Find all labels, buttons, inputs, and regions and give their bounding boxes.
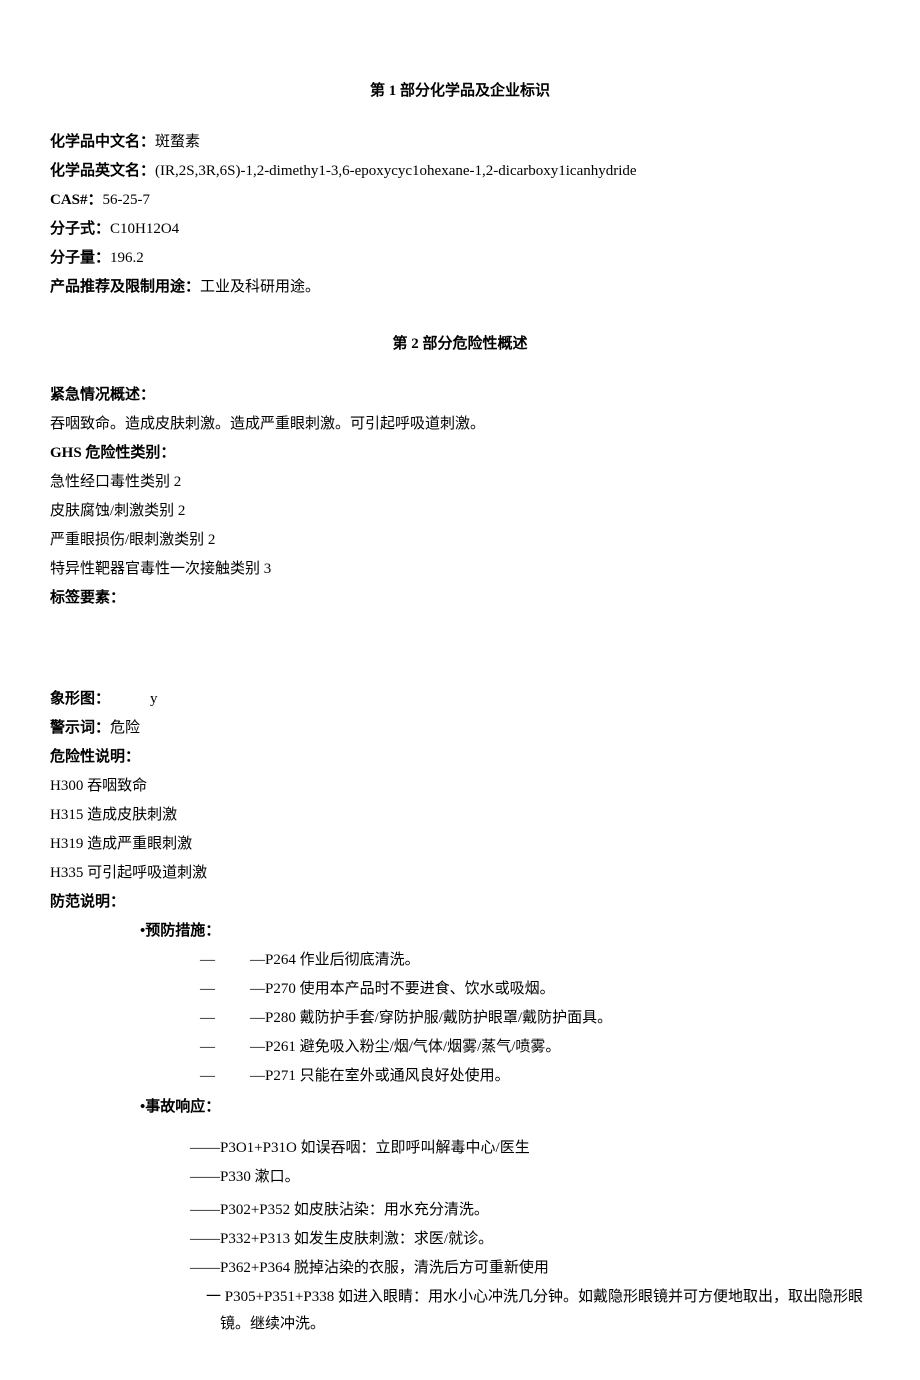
- dash-icon: —: [200, 1005, 250, 1032]
- response-item: ——P332+P313 如发生皮肤刺激：求医/就诊。: [190, 1226, 870, 1253]
- prevention-item: — —P280 戴防护手套/穿防护服/戴防护眼罩/戴防护面具。: [50, 1005, 870, 1032]
- ghs-item: 严重眼损伤/眼刺激类别 2: [50, 527, 870, 554]
- label-elements: 标签要素：: [50, 585, 870, 612]
- response-item: ——P3O1+P31O 如误吞咽：立即呼叫解毒中心/医生: [190, 1135, 870, 1162]
- label-mw: 分子量：: [50, 250, 110, 266]
- ghs-item: 皮肤腐蚀/刺激类别 2: [50, 498, 870, 525]
- hazard-label: 危险性说明：: [50, 744, 870, 771]
- prevention-label: •预防措施：: [50, 918, 870, 945]
- label-pictogram: 象形图：: [50, 686, 150, 713]
- value-formula: C10H12O4: [110, 221, 179, 237]
- hazard-item: H315 造成皮肤刺激: [50, 802, 870, 829]
- section-2-heading: 第 2 部分危险性概述: [50, 331, 870, 358]
- response-item: ——P302+P352 如皮肤沾染：用水充分清洗。: [190, 1197, 870, 1224]
- hazard-item: H319 造成严重眼刺激: [50, 831, 870, 858]
- response-item: ——P362+P364 脱掉沾染的衣服，清洗后方可重新使用: [190, 1255, 870, 1282]
- ghs-label: GHS 危险性类别：: [50, 440, 870, 467]
- field-en-name: 化学品英文名：(IR,2S,3R,6S)-1,2-dimethy1-3,6-ep…: [50, 158, 870, 185]
- response-item: 一 P305+P351+P338 如进入眼睛：用水小心冲洗几分钟。如戴隐形眼镜并…: [190, 1284, 870, 1338]
- field-use: 产品推荐及限制用途：工业及科研用途。: [50, 274, 870, 301]
- ghs-item: 急性经口毒性类别 2: [50, 469, 870, 496]
- value-mw: 196.2: [110, 250, 144, 266]
- value-cas: 56-25-7: [103, 192, 151, 208]
- ghs-item: 特异性靶器官毒性一次接触类别 3: [50, 556, 870, 583]
- dash-icon: —: [200, 976, 250, 1003]
- prevention-item: — —P271 只能在室外或通风良好处使用。: [50, 1063, 870, 1090]
- value-pictogram: y: [150, 691, 158, 707]
- response-item: ——P330 漱口。: [190, 1164, 870, 1191]
- dash-icon: —: [200, 1034, 250, 1061]
- emergency-value: 吞咽致命。造成皮肤刺激。造成严重眼刺激。可引起呼吸道刺激。: [50, 411, 870, 438]
- field-cn-name: 化学品中文名：斑蝥素: [50, 129, 870, 156]
- prevention-item: — —P264 作业后彻底清洗。: [50, 947, 870, 974]
- field-pictogram: 象形图：y: [50, 686, 870, 713]
- value-cn-name: 斑蝥素: [155, 134, 200, 150]
- value-use: 工业及科研用途。: [200, 279, 320, 295]
- prevention-item: — —P270 使用本产品时不要进食、饮水或吸烟。: [50, 976, 870, 1003]
- pictogram-space: [50, 614, 870, 684]
- prevention-text: —P271 只能在室外或通风良好处使用。: [250, 1063, 510, 1090]
- value-en-name: (IR,2S,3R,6S)-1,2-dimethy1-3,6-epoxycyc1…: [155, 163, 637, 179]
- field-cas: CAS#：56-25-7: [50, 187, 870, 214]
- label-use: 产品推荐及限制用途：: [50, 279, 200, 295]
- field-formula: 分子式：C10H12O4: [50, 216, 870, 243]
- label-en-name: 化学品英文名：: [50, 163, 155, 179]
- prevention-text: —P280 戴防护手套/穿防护服/戴防护眼罩/戴防护面具。: [250, 1005, 612, 1032]
- prevention-item: — —P261 避免吸入粉尘/烟/气体/烟雾/蒸气/喷雾。: [50, 1034, 870, 1061]
- hazard-item: H335 可引起呼吸道刺激: [50, 860, 870, 887]
- emergency-label: 紧急情况概述：: [50, 382, 870, 409]
- field-signal: 警示词：危险: [50, 715, 870, 742]
- field-mw: 分子量：196.2: [50, 245, 870, 272]
- prevention-text: —P270 使用本产品时不要进食、饮水或吸烟。: [250, 976, 555, 1003]
- label-cas: CAS#：: [50, 192, 103, 208]
- hazard-item: H300 吞咽致命: [50, 773, 870, 800]
- prevention-text: —P261 避免吸入粉尘/烟/气体/烟雾/蒸气/喷雾。: [250, 1034, 560, 1061]
- label-cn-name: 化学品中文名：: [50, 134, 155, 150]
- precaution-label: 防范说明：: [50, 889, 870, 916]
- label-signal: 警示词：: [50, 720, 110, 736]
- response-label: •事故响应：: [50, 1094, 870, 1121]
- label-formula: 分子式：: [50, 221, 110, 237]
- section-1-heading: 第 1 部分化学品及企业标识: [50, 78, 870, 105]
- value-signal: 危险: [110, 720, 140, 736]
- dash-icon: —: [200, 1063, 250, 1090]
- prevention-text: —P264 作业后彻底清洗。: [250, 947, 420, 974]
- dash-icon: —: [200, 947, 250, 974]
